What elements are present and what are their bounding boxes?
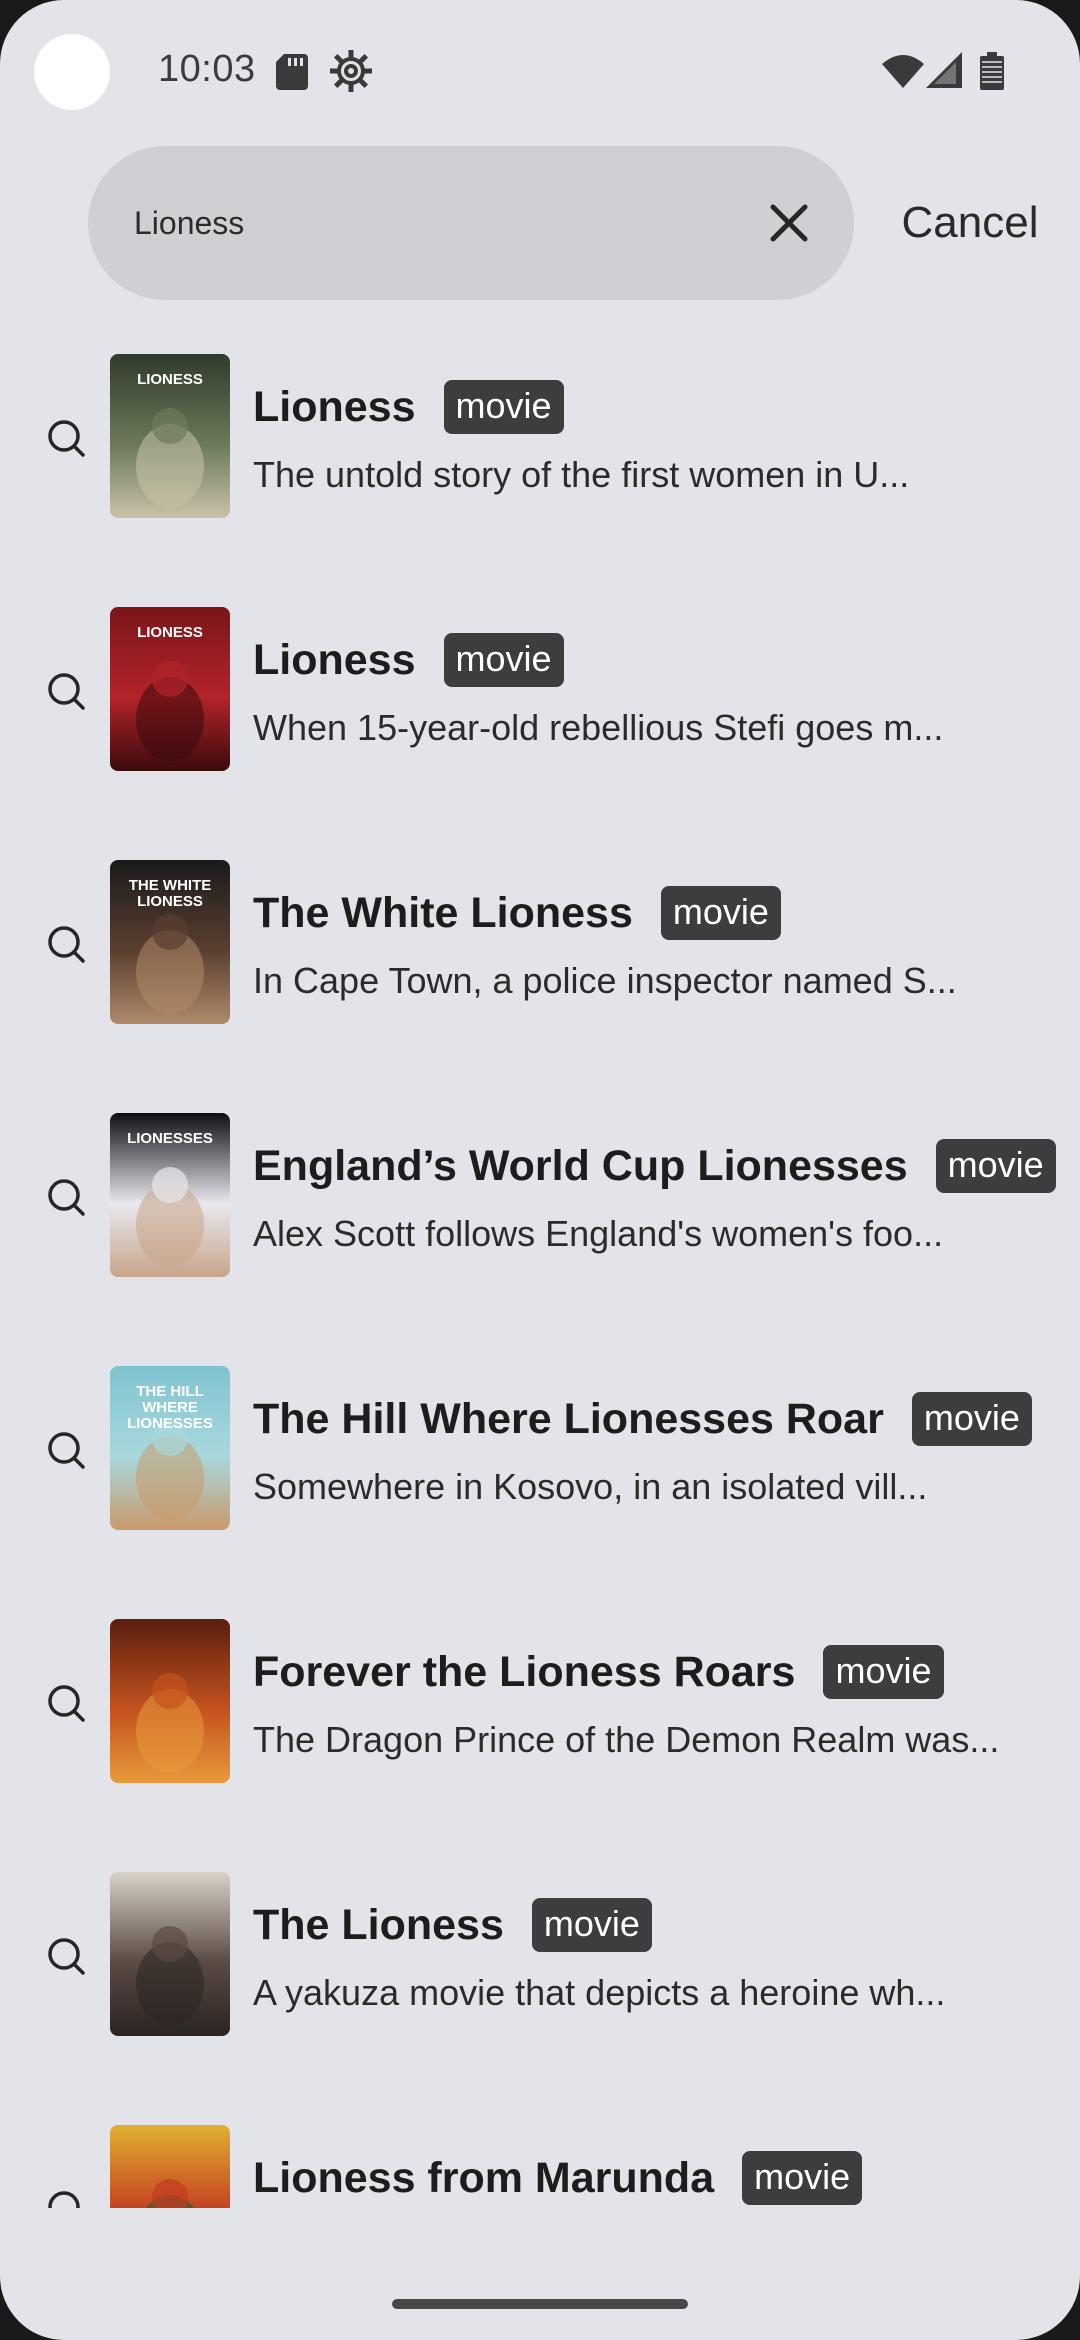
search-result-item[interactable]: Forever the Lioness Roars movie The Dragon… [0,1599,1080,1852]
search-icon [48,1685,85,1722]
poster-title-text: LIONESSES [127,1130,213,1147]
result-description: Somewhere in Kosovo, in an isolated vill… [253,1466,928,1507]
status-time: 10:03 [158,48,256,90]
search-result-item[interactable]: LIONESS Lioness movie When 15-year-old rebe… [0,587,1080,840]
poster-title-text: THE WHITE [129,877,212,894]
poster-image: THE HILLWHERELIONESSES [110,1366,230,1530]
poster-title-text: WHERE [142,1399,198,1416]
result-description: In Cape Town, a police inspector named S… [253,960,957,1001]
result-title-line: Lioness movie [253,633,564,687]
search-input[interactable] [134,146,754,300]
result-title: The Hill Where Lionesses Roar [253,1394,884,1443]
poster-title-text: THE HILL [136,1383,204,1400]
search-icon [48,1938,85,1975]
poster-image: LIONESS [110,607,230,771]
result-title-line: The White Lioness movie [253,886,781,940]
media-type-badge: movie [823,1645,944,1699]
search-icon [48,673,85,710]
cancel-button[interactable]: Cancel [870,146,1070,300]
search-result-item[interactable]: LIONESSES England’s World Cup Lionesses mo… [0,1093,1080,1346]
camera-cutout [34,34,110,110]
poster-thumbnail: THE HILL WHERE LIONESSES [110,1366,230,1530]
result-title-line: The Hill Where Lionesses Roar movie [253,1392,1032,1446]
result-description: A yakuza movie that depicts a heroine wh… [253,1972,946,2013]
search-icon [48,420,85,457]
search-result-item[interactable]: The Lioness movie A yakuza movie that depi… [0,1852,1080,2105]
search-field[interactable] [88,146,854,300]
result-title: The White Lioness [253,888,633,937]
search-result-item[interactable]: Lioness from Marunda movie [0,2105,1080,2208]
wifi-icon [882,55,924,88]
result-title: Lioness [253,382,416,431]
search-icon [48,926,85,963]
result-description: When 15-year-old rebellious Stefi goes m… [253,707,944,748]
media-type-badge: movie [911,1392,1032,1446]
poster-thumbnail: THE WHITE LIONESS [110,860,230,1024]
poster-image [110,1619,230,1783]
search-icon [48,1179,85,1216]
search-results-list[interactable]: LIONESS Lioness movie The untold story of t… [0,334,1080,2208]
poster-image: THE WHITELIONESS [110,860,230,1024]
close-icon [770,204,808,242]
result-title: Lioness from Marunda [253,2153,715,2202]
poster-thumbnail: LIONESSES [110,1113,230,1277]
result-description: The Dragon Prince of the Demon Realm was… [253,1719,1000,1760]
battery-icon [980,52,1004,90]
poster-thumbnail: LIONESS [110,354,230,518]
poster-image: LIONESS [110,354,230,518]
media-type-badge: movie [935,1139,1056,1193]
phone-screen: 10:03 Lioness Cancel LIONESS Lioness mov… [0,0,1080,2340]
result-description: Alex Scott follows England's women's foo… [253,1213,944,1254]
settings-gear-icon [330,50,372,92]
result-title: England’s World Cup Lionesses [253,1141,908,1190]
poster-image: LIONESSES [110,1113,230,1277]
media-type-badge: movie [742,2151,863,2205]
media-type-badge: movie [531,1898,652,1952]
result-title: Lioness [253,635,416,684]
media-type-badge: movie [660,886,781,940]
poster-thumbnail [110,1619,230,1783]
home-indicator[interactable] [392,2299,688,2309]
poster-title-text: LIONESS [137,624,203,641]
search-result-item[interactable]: LIONESS Lioness movie The untold story of t… [0,334,1080,587]
status-bar: 10:03 [0,0,1080,140]
media-type-badge: movie [443,633,564,687]
poster-thumbnail [110,2125,230,2208]
poster-title-text: LIONESS [137,371,203,388]
search-icon [48,2191,80,2208]
result-title-line: Forever the Lioness Roars movie [253,1645,944,1699]
poster-title-text: LIONESS [137,893,203,910]
cell-signal-icon [926,52,962,88]
poster-thumbnail: LIONESS [110,607,230,771]
poster-image [110,2125,230,2208]
result-description: The untold story of the first women in U… [253,454,910,495]
result-title-line: England’s World Cup Lionesses movie [253,1139,1056,1193]
poster-title-text: LIONESSES [127,1415,213,1432]
sd-card-icon [276,54,308,90]
result-title: Forever the Lioness Roars [253,1647,796,1696]
search-result-item[interactable]: THE WHITE LIONESS The White Lioness movie In… [0,840,1080,1093]
poster-image [110,1872,230,2036]
result-title: The Lioness [253,1900,504,1949]
media-type-badge: movie [443,380,564,434]
search-result-item[interactable]: THE HILL WHERE LIONESSES The Hill Where Lio… [0,1346,1080,1599]
poster-thumbnail [110,1872,230,2036]
result-title-line: Lioness movie [253,380,564,434]
clear-search-button[interactable] [754,188,824,258]
result-title-line: The Lioness movie [253,1898,652,1952]
result-title-line: Lioness from Marunda movie [253,2151,863,2205]
search-icon [48,1432,85,1469]
